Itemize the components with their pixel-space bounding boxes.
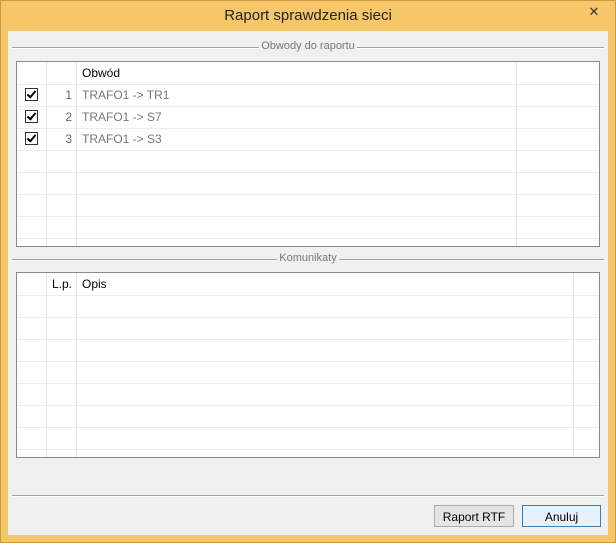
circuit-name[interactable]: TRAFO1 -> TR1 [77,84,517,106]
cancel-button[interactable]: Anuluj [522,505,601,527]
messages-group-label: Komunikaty [277,252,339,264]
table-row[interactable]: 3 TRAFO1 -> S3 [17,128,599,151]
circuit-name[interactable]: TRAFO1 -> S7 [77,106,517,128]
row-index: 3 [47,128,77,150]
grid-header-row: L.p. Opis [17,273,599,296]
checkbox-checked-icon[interactable] [25,110,38,123]
report-rtf-button[interactable]: Raport RTF [434,505,514,527]
dialog-window: Raport sprawdzenia sieci ✕ Obwody do rap… [0,0,616,543]
empty-row [17,150,599,173]
header-lp-column[interactable]: L.p. [47,273,77,295]
empty-row [17,449,599,457]
header-circuit-column[interactable]: Obwód [77,62,517,84]
table-row[interactable]: 1 TRAFO1 -> TR1 [17,84,599,107]
header-blank-column [17,273,47,295]
empty-row [17,361,599,384]
row-index: 1 [47,84,77,106]
close-icon[interactable]: ✕ [583,5,605,21]
empty-row [17,295,599,318]
row-index: 2 [47,106,77,128]
empty-row [17,216,599,239]
empty-row [17,405,599,428]
empty-row [17,339,599,362]
header-filler-column [517,62,599,84]
empty-row [17,238,599,246]
header-check-column [17,62,47,84]
empty-row [17,317,599,340]
dialog-client: Obwody do raportu Obwód 1 TRAFO1 -> TR1 [8,31,608,535]
header-description-column[interactable]: Opis [77,273,574,295]
checkbox-checked-icon[interactable] [25,88,38,101]
circuits-group-label: Obwody do raportu [259,40,357,52]
circuit-name[interactable]: TRAFO1 -> S3 [77,128,517,150]
messages-group: Komunikaty L.p. Opis [12,252,604,462]
empty-row [17,194,599,217]
messages-grid[interactable]: L.p. Opis [16,272,600,458]
empty-row [17,427,599,450]
circuits-group: Obwody do raportu Obwód 1 TRAFO1 -> TR1 [12,40,604,250]
footer-divider [12,495,604,497]
checkbox-checked-icon[interactable] [25,132,38,145]
header-index-column [47,62,77,84]
header-filler-column [574,273,599,295]
grid-header-row: Obwód [17,62,599,85]
circuits-grid[interactable]: Obwód 1 TRAFO1 -> TR1 2 TRAFO1 -> S7 3 T… [16,61,600,247]
empty-row [17,172,599,195]
table-row[interactable]: 2 TRAFO1 -> S7 [17,106,599,129]
window-title: Raport sprawdzenia sieci [224,7,392,24]
empty-row [17,383,599,406]
title-bar[interactable]: Raport sprawdzenia sieci ✕ [1,1,615,31]
